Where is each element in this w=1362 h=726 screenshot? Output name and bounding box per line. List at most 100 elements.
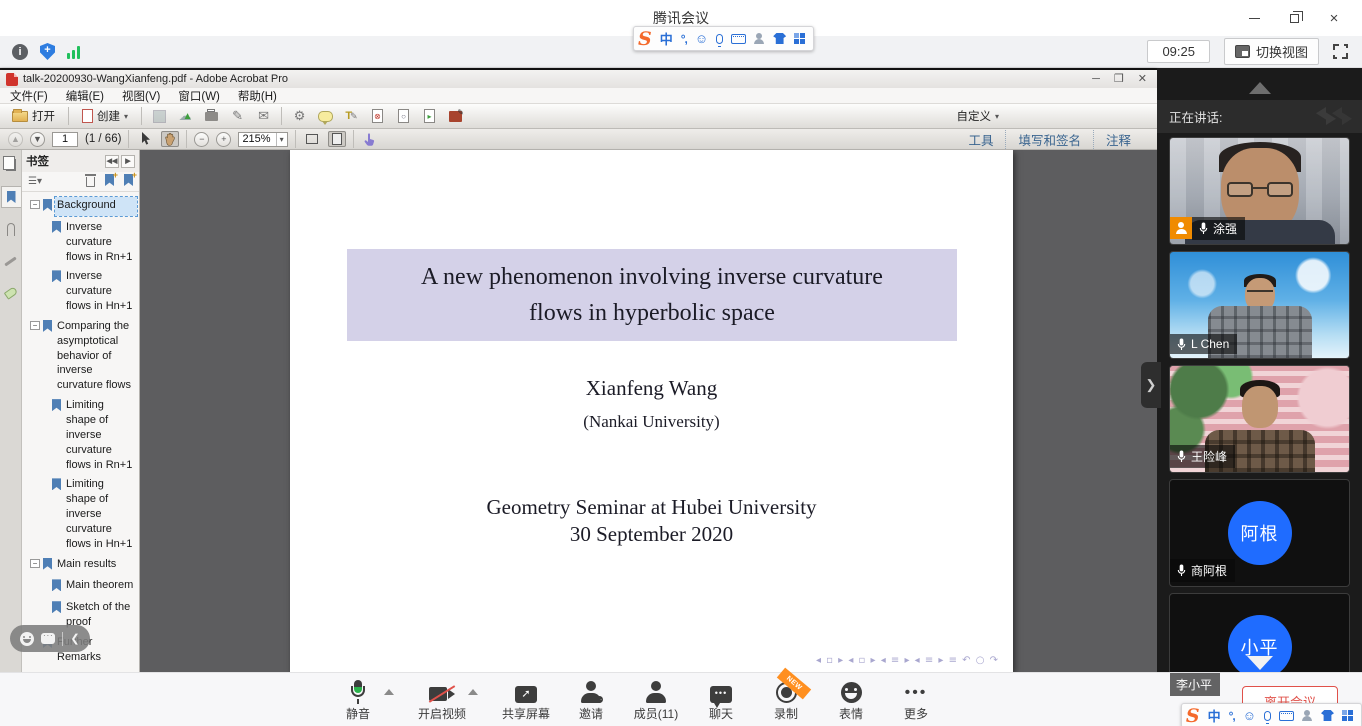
mute-button[interactable]: 静音: [332, 675, 384, 725]
ime-keyboard-icon[interactable]: [731, 34, 746, 44]
create-button[interactable]: 创建▾: [78, 106, 132, 126]
bookmark-back-button[interactable]: ◀◀: [105, 155, 119, 168]
emoji-button[interactable]: 表情: [825, 675, 877, 725]
ime-emoji-icon[interactable]: ☺: [695, 31, 708, 46]
sogou-logo-icon[interactable]: S: [638, 28, 652, 50]
participant-tile[interactable]: L Chen: [1169, 251, 1350, 359]
menu-help[interactable]: 帮助(H): [238, 88, 277, 104]
ime-mode-toggle[interactable]: 中: [1208, 706, 1221, 725]
mic-options-arrow[interactable]: [384, 689, 394, 695]
touch-mode-icon[interactable]: [361, 131, 379, 147]
bookmark-item[interactable]: −Main results: [30, 556, 137, 575]
bookmarks-panel-icon[interactable]: [1, 186, 21, 208]
share-screen-button[interactable]: 共享屏幕: [500, 675, 552, 725]
tab-tools[interactable]: 工具: [956, 130, 1005, 149]
trash-icon[interactable]: [86, 177, 95, 187]
record-button[interactable]: NEW 录制: [760, 675, 812, 725]
acrobat-minimize-button[interactable]: ─: [1092, 74, 1100, 85]
participant-tile[interactable]: 阿根 商阿根: [1169, 479, 1350, 587]
previous-page-button[interactable]: ▲: [8, 132, 23, 147]
extract-pages-icon[interactable]: ○: [395, 108, 412, 125]
meeting-info-icon[interactable]: i: [12, 44, 28, 60]
network-signal-icon[interactable]: [67, 45, 80, 59]
menu-view[interactable]: 视图(V): [122, 88, 160, 104]
ime-skin-icon[interactable]: [773, 33, 786, 44]
delete-pages-icon[interactable]: ⊗: [369, 108, 386, 125]
ime-emoji-icon[interactable]: ☺: [1243, 708, 1256, 723]
ime-toolbox-icon[interactable]: [1342, 710, 1353, 721]
sign-pen-icon[interactable]: ✎: [229, 108, 246, 125]
fit-width-icon[interactable]: [303, 131, 321, 147]
hand-tool-icon[interactable]: [161, 131, 179, 147]
bookmark-item[interactable]: Inverse curvature flows in Rn+1: [30, 219, 137, 266]
menu-file[interactable]: 文件(F): [10, 88, 48, 104]
minimize-button[interactable]: [1234, 0, 1274, 36]
bookmark-forward-button[interactable]: ▶: [121, 155, 135, 168]
ime-mode-toggle[interactable]: 中: [660, 29, 673, 48]
participant-tile[interactable]: 王险峰: [1169, 365, 1350, 473]
acrobat-titlebar[interactable]: talk-20200930-WangXianfeng.pdf - Adobe A…: [0, 70, 1157, 88]
sogou-logo-icon[interactable]: S: [1186, 705, 1200, 726]
tab-comment[interactable]: 注释: [1093, 130, 1143, 149]
page-thumbnails-icon[interactable]: [1, 154, 21, 176]
bookmark-item[interactable]: Main theorem: [30, 577, 137, 596]
members-button[interactable]: 成员(11): [630, 675, 682, 725]
acrobat-restore-button[interactable]: ❒: [1114, 74, 1124, 85]
tab-fill-sign[interactable]: 填写和签名: [1005, 130, 1093, 149]
ime-skin-icon[interactable]: [1321, 710, 1334, 721]
save-icon[interactable]: [151, 108, 168, 125]
ime-account-icon[interactable]: [1302, 710, 1313, 721]
ime-account-icon[interactable]: [754, 33, 765, 44]
new-bookmark-from-selection-icon[interactable]: [124, 174, 133, 189]
close-button[interactable]: ×: [1314, 0, 1354, 36]
pill-collapse-icon[interactable]: ❮: [70, 632, 79, 645]
new-bookmark-icon[interactable]: [105, 174, 114, 189]
zoom-out-button[interactable]: −: [194, 132, 209, 147]
fullscreen-icon[interactable]: [1333, 44, 1348, 59]
chat-button[interactable]: 聊天: [695, 675, 747, 725]
zoom-level-select[interactable]: 215%▾: [238, 132, 287, 147]
beamer-navigation-bar[interactable]: ◂ ▫ ▸ ◂ ▫ ▸ ◂ ≡ ▸ ◂ ≡ ▸ ≡ ↶ ○ ↷: [816, 655, 999, 666]
bookmark-item[interactable]: Limiting shape of inverse curvature flow…: [30, 476, 137, 552]
ime-keyboard-icon[interactable]: [1279, 711, 1294, 721]
start-video-button[interactable]: 开启视频: [416, 675, 468, 725]
ime-voice-icon[interactable]: [1264, 711, 1271, 721]
select-tool-icon[interactable]: [136, 131, 154, 147]
reaction-chat-icon[interactable]: [41, 633, 55, 644]
attachments-icon[interactable]: [1, 218, 21, 240]
email-icon[interactable]: ✉: [255, 108, 272, 125]
ime-punctuation-toggle[interactable]: °,: [681, 32, 687, 46]
switch-view-button[interactable]: 切换视图: [1224, 38, 1319, 65]
fit-page-icon[interactable]: [328, 131, 346, 147]
ime-toolbox-icon[interactable]: [794, 33, 805, 44]
bookmark-item[interactable]: −Background: [30, 197, 137, 216]
document-area[interactable]: A new phenomenon involving inverse curva…: [140, 150, 1157, 672]
scroll-down-arrow[interactable]: [1247, 656, 1273, 670]
tags-icon[interactable]: [1, 282, 21, 304]
maximize-button[interactable]: [1274, 0, 1314, 36]
open-button[interactable]: 打开: [8, 106, 59, 126]
pdf-page[interactable]: A new phenomenon involving inverse curva…: [290, 150, 1013, 672]
export-pages-icon[interactable]: ▸: [421, 108, 438, 125]
panel-collapse-handle[interactable]: ❯: [1141, 362, 1161, 408]
signatures-icon[interactable]: [1, 250, 21, 272]
stamp-icon[interactable]: ✎: [447, 108, 464, 125]
bookmark-item[interactable]: Limiting shape of inverse curvature flow…: [30, 397, 137, 473]
camera-options-arrow[interactable]: [468, 689, 478, 695]
bookmark-item[interactable]: Inverse curvature flows in Hn+1: [30, 268, 137, 315]
reaction-smiley-icon[interactable]: [20, 632, 34, 646]
menu-edit[interactable]: 编辑(E): [66, 88, 104, 104]
participant-tile[interactable]: 涂强: [1169, 137, 1350, 245]
more-button[interactable]: ••• 更多: [890, 675, 942, 725]
upload-cloud-icon[interactable]: ☁▲: [177, 108, 194, 125]
menu-window[interactable]: 窗口(W): [178, 88, 220, 104]
comment-bubble-icon[interactable]: [317, 108, 334, 125]
scroll-up-arrow[interactable]: [1249, 82, 1271, 94]
next-page-button[interactable]: ▼: [30, 132, 45, 147]
gear-icon[interactable]: ⚙: [291, 108, 308, 125]
bookmark-item[interactable]: −Comparing the asymptotical behavior of …: [30, 318, 137, 394]
print-icon[interactable]: [203, 108, 220, 125]
invite-button[interactable]: + 邀请: [565, 675, 617, 725]
page-number-input[interactable]: [52, 132, 78, 147]
ime-voice-icon[interactable]: [716, 34, 723, 44]
